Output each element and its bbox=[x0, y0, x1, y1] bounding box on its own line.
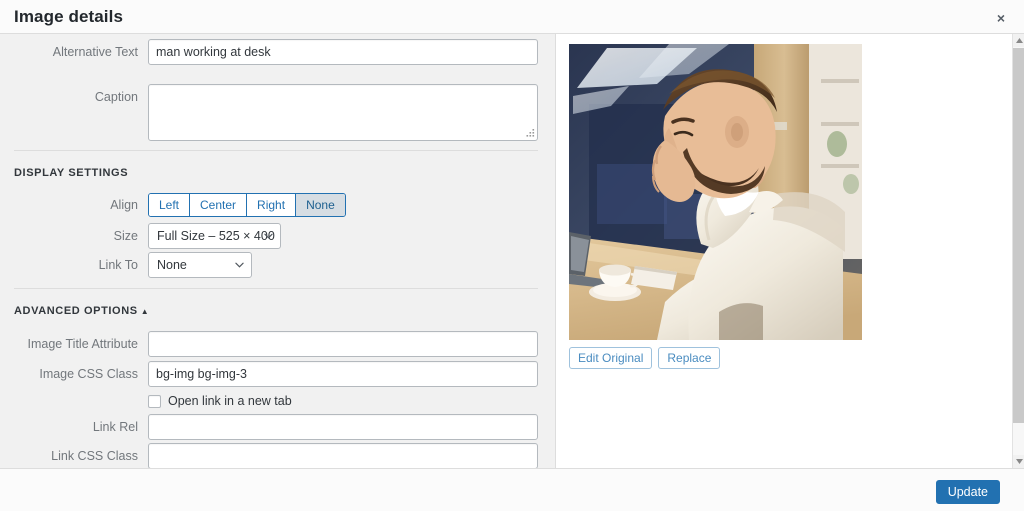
size-select[interactable]: Full Size – 525 × 400 bbox=[148, 223, 281, 249]
chevron-down-icon bbox=[264, 233, 273, 239]
modal-header: Image details × bbox=[0, 0, 1024, 34]
scrollbar-thumb[interactable] bbox=[1013, 48, 1024, 423]
align-option-left[interactable]: Left bbox=[149, 194, 191, 216]
image-title-attribute-row: Image Title Attribute bbox=[0, 331, 556, 357]
alt-text-input[interactable] bbox=[148, 39, 538, 65]
link-to-select-value: None bbox=[157, 258, 187, 272]
align-option-center[interactable]: Center bbox=[190, 194, 248, 216]
open-new-tab-checkbox[interactable] bbox=[148, 395, 161, 408]
caption-label: Caption bbox=[94, 90, 138, 104]
link-css-class-input[interactable] bbox=[148, 443, 538, 468]
image-title-attribute-label: Image Title Attribute bbox=[27, 337, 138, 351]
size-row: Size Full Size – 525 × 400 bbox=[0, 223, 556, 249]
modal-footer: Update bbox=[0, 468, 1024, 511]
align-option-none[interactable]: None bbox=[296, 194, 345, 216]
link-rel-row: Link Rel bbox=[0, 414, 556, 440]
alt-text-row: Alternative Text bbox=[0, 39, 556, 65]
advanced-options-heading[interactable]: ADVANCED OPTIONS ▲ bbox=[14, 305, 149, 317]
open-new-tab-row: Open link in a new tab bbox=[148, 394, 292, 409]
size-label: Size bbox=[113, 229, 138, 243]
preview-photo bbox=[569, 44, 862, 340]
page-title: Image details bbox=[14, 7, 124, 26]
collapse-arrow-icon: ▲ bbox=[140, 307, 150, 316]
align-row: Align Left Center Right None bbox=[0, 193, 556, 217]
modal-body: Alternative Text Describe the purpose of… bbox=[0, 34, 1012, 468]
align-label: Align bbox=[110, 198, 138, 212]
image-css-class-input[interactable] bbox=[148, 361, 538, 387]
link-rel-label: Link Rel bbox=[92, 420, 138, 434]
image-preview[interactable] bbox=[569, 44, 862, 340]
caption-textarea[interactable] bbox=[148, 84, 538, 141]
scroll-up-arrow-icon[interactable] bbox=[1013, 34, 1024, 47]
caption-wrap bbox=[148, 84, 538, 141]
link-rel-input[interactable] bbox=[148, 414, 538, 440]
align-button-group: Left Center Right None bbox=[148, 193, 346, 217]
image-css-class-label: Image CSS Class bbox=[39, 367, 138, 381]
settings-panel: Alternative Text Describe the purpose of… bbox=[0, 34, 556, 468]
divider-advanced bbox=[14, 288, 538, 289]
update-button[interactable]: Update bbox=[935, 480, 1000, 504]
replace-button[interactable]: Replace bbox=[658, 347, 721, 369]
image-css-class-row: Image CSS Class bbox=[0, 361, 556, 387]
open-new-tab-label[interactable]: Open link in a new tab bbox=[168, 394, 292, 409]
advanced-options-label: ADVANCED OPTIONS bbox=[14, 305, 138, 317]
link-css-class-row: Link CSS Class bbox=[0, 443, 556, 468]
divider-display bbox=[14, 150, 538, 151]
edit-original-button[interactable]: Edit Original bbox=[569, 347, 653, 369]
chevron-down-icon bbox=[235, 262, 244, 268]
image-details-modal: Image details × Alternative Text Describ… bbox=[0, 0, 1024, 511]
link-to-label: Link To bbox=[98, 258, 138, 272]
preview-actions: Edit Original Replace bbox=[569, 347, 721, 369]
caption-row: Caption bbox=[0, 84, 556, 141]
alt-text-label: Alternative Text bbox=[52, 45, 138, 59]
preview-panel: Edit Original Replace bbox=[557, 34, 1012, 468]
scroll-down-arrow-icon[interactable] bbox=[1013, 455, 1024, 468]
display-settings-heading: DISPLAY SETTINGS bbox=[14, 167, 129, 179]
align-option-right[interactable]: Right bbox=[247, 194, 297, 216]
link-css-class-label: Link CSS Class bbox=[51, 449, 138, 463]
image-title-attribute-input[interactable] bbox=[148, 331, 538, 357]
size-select-value: Full Size – 525 × 400 bbox=[157, 229, 275, 243]
close-icon[interactable]: × bbox=[986, 5, 1016, 31]
link-to-select[interactable]: None bbox=[148, 252, 252, 278]
modal-scrollbar[interactable] bbox=[1012, 34, 1024, 468]
link-to-row: Link To None bbox=[0, 252, 556, 278]
